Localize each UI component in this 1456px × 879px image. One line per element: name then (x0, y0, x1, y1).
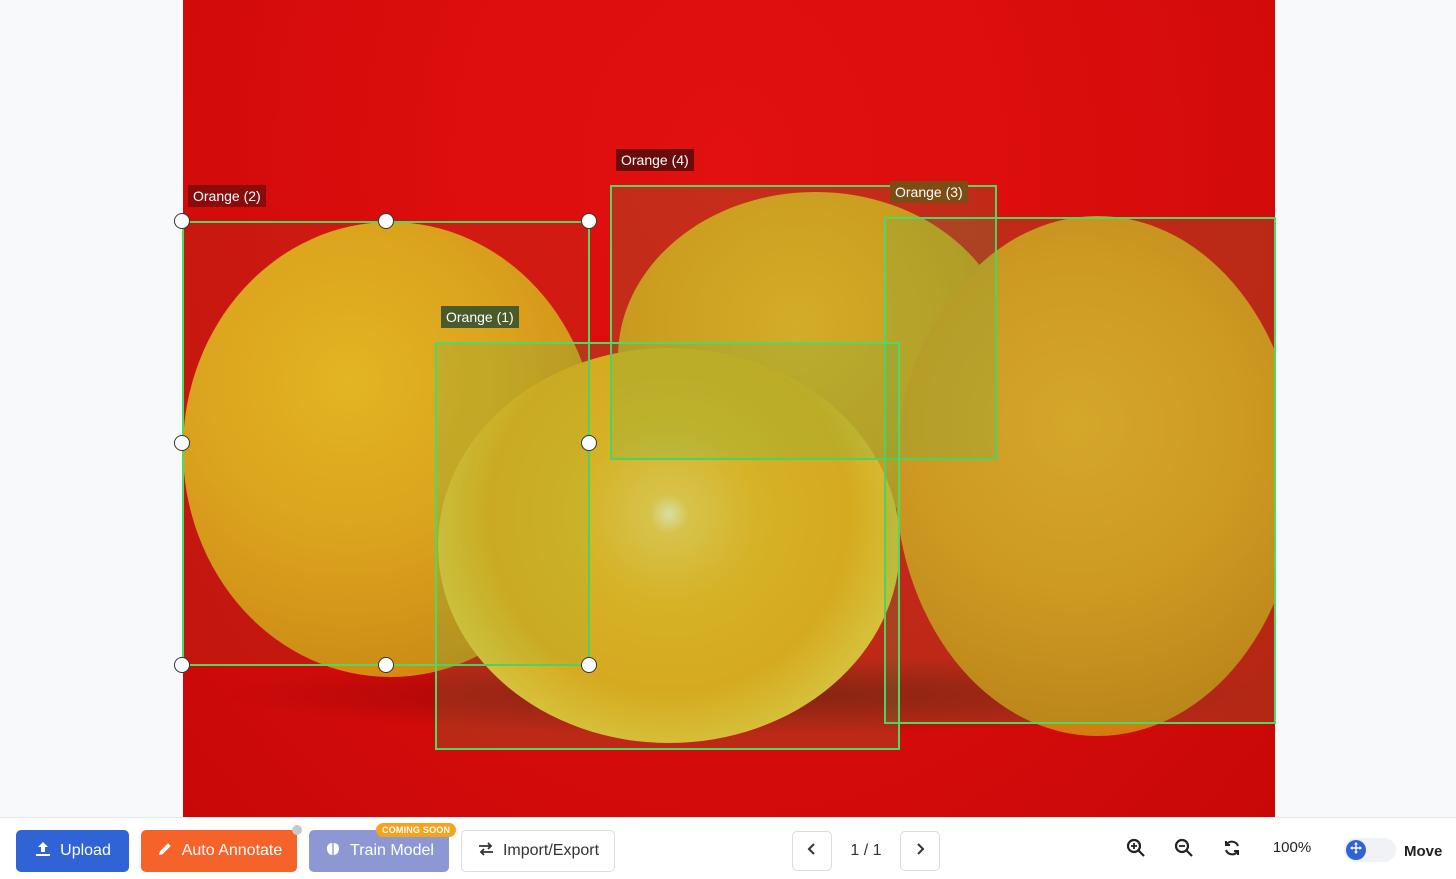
zoom-in-button[interactable] (1121, 835, 1151, 865)
resize-handle-bottom-right[interactable] (581, 657, 597, 673)
reset-zoom-button[interactable] (1217, 835, 1247, 865)
zoom-out-icon (1174, 838, 1194, 863)
bbox-label-orange-3[interactable]: Orange (3) (890, 181, 968, 203)
upload-button[interactable]: Upload (16, 830, 129, 872)
resize-handle-top-center[interactable] (378, 213, 394, 229)
zoom-in-icon (1126, 838, 1146, 863)
page-indicator: 1 / 1 (850, 842, 882, 859)
resize-handle-middle-right[interactable] (581, 435, 597, 451)
bbox-label-orange-4[interactable]: Orange (4) (616, 149, 694, 171)
resize-handle-middle-left[interactable] (174, 435, 190, 451)
import-export-label: Import/Export (502, 842, 600, 859)
next-image-button[interactable] (900, 831, 940, 871)
prev-image-button[interactable] (792, 831, 832, 871)
status-dot (292, 825, 302, 835)
train-model-label: Train Model (350, 842, 434, 859)
move-icon (1350, 841, 1362, 859)
move-mode-toggle[interactable] (1344, 838, 1396, 862)
toggle-knob (1346, 840, 1366, 860)
mode-label: Move (1404, 843, 1443, 860)
coming-soon-badge: COMING SOON (376, 823, 457, 837)
bbox-label-orange-1[interactable]: Orange (1) (441, 306, 519, 328)
bbox-orange-3[interactable] (884, 217, 1276, 724)
upload-label: Upload (60, 842, 111, 859)
brain-icon (324, 840, 342, 863)
import-export-button[interactable]: Import/Export (461, 830, 615, 872)
auto-annotate-label: Auto Annotate (181, 842, 283, 859)
resize-handle-top-left[interactable] (174, 213, 190, 229)
auto-annotate-button[interactable]: Auto Annotate (141, 830, 297, 872)
bbox-label-orange-2[interactable]: Orange (2) (188, 185, 266, 207)
bottom-toolbar: Upload Auto Annotate Train Model COMING … (0, 817, 1456, 879)
bbox-orange-1[interactable] (435, 342, 900, 750)
annotation-canvas[interactable]: Orange (2) Orange (4) Orange (3) Orange … (0, 0, 1456, 817)
swap-arrows-icon (477, 840, 495, 863)
resize-handle-bottom-center[interactable] (378, 657, 394, 673)
refresh-icon (1223, 839, 1241, 862)
zoom-level: 100% (1272, 839, 1312, 856)
resize-handle-bottom-left[interactable] (174, 657, 190, 673)
pencil-icon (156, 840, 174, 863)
resize-handle-top-right[interactable] (581, 213, 597, 229)
chevron-left-icon (805, 842, 819, 861)
upload-icon (34, 840, 52, 863)
chevron-right-icon (913, 842, 927, 861)
zoom-out-button[interactable] (1169, 835, 1199, 865)
